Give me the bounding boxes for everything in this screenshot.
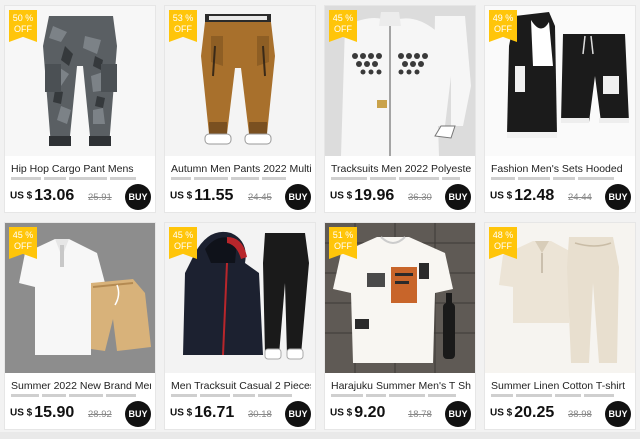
product-title-overflow (171, 394, 311, 398)
buy-button[interactable]: BUY (445, 184, 471, 210)
product-card[interactable]: 53 % OFF Autumn Men Pants 2022 Multi- US… (164, 5, 316, 213)
product-title[interactable]: Summer 2022 New Brand Men (11, 380, 151, 394)
product-card[interactable]: 45 % OFF Men Tracksuit Casual 2 Pieces U… (164, 222, 316, 430)
product-title-overflow (491, 177, 631, 181)
product-card[interactable]: 51 % OFF Harajuku Summer Men's T Shirts … (324, 222, 476, 430)
buy-button[interactable]: BUY (125, 184, 151, 210)
current-price: US $11.55 (170, 187, 234, 204)
original-price: 25.91 (88, 192, 112, 203)
product-title-overflow (11, 177, 151, 181)
current-price: US $20.25 (490, 404, 555, 421)
original-price: 38.98 (568, 409, 592, 420)
buy-button[interactable]: BUY (605, 401, 631, 427)
current-price: US $19.96 (330, 187, 395, 204)
product-card[interactable]: 48 % OFF Summer Linen Cotton T-shirt US … (484, 222, 636, 430)
original-price: 18.78 (408, 409, 432, 420)
current-price: US $12.48 (490, 187, 555, 204)
original-price: 30.18 (248, 409, 272, 420)
product-title[interactable]: Summer Linen Cotton T-shirt (491, 380, 631, 394)
buy-button[interactable]: BUY (285, 184, 311, 210)
original-price: 28.92 (88, 409, 112, 420)
product-title[interactable]: Tracksuits Men 2022 Polyester (331, 163, 471, 177)
product-title[interactable]: Hip Hop Cargo Pant Mens (11, 163, 151, 177)
buy-button[interactable]: BUY (125, 401, 151, 427)
next-row-edge (0, 432, 640, 439)
product-grid: 50 % OFF Hip Hop Cargo Pant Mens US $13.… (0, 0, 640, 439)
product-title[interactable]: Autumn Men Pants 2022 Multi- (171, 163, 311, 177)
original-price: 36.30 (408, 192, 432, 203)
current-price: US $16.71 (170, 404, 235, 421)
buy-button[interactable]: BUY (605, 184, 631, 210)
product-card[interactable]: 50 % OFF Hip Hop Cargo Pant Mens US $13.… (4, 5, 156, 213)
original-price: 24.44 (568, 192, 592, 203)
product-card[interactable]: 45 % OFF Summer 2022 New Brand Men US $1… (4, 222, 156, 430)
current-price: US $13.06 (10, 187, 75, 204)
current-price: US $15.90 (10, 404, 75, 421)
product-card[interactable]: 45 % OFF Tracksuits Men 2022 Polyester U… (324, 5, 476, 213)
original-price: 24.45 (248, 192, 272, 203)
buy-button[interactable]: BUY (285, 401, 311, 427)
product-title-overflow (491, 394, 631, 398)
current-price: US $9.20 (330, 404, 386, 421)
product-title[interactable]: Men Tracksuit Casual 2 Pieces (171, 380, 311, 394)
product-title[interactable]: Harajuku Summer Men's T Shirts (331, 380, 471, 394)
buy-button[interactable]: BUY (445, 401, 471, 427)
product-title-overflow (331, 394, 471, 398)
product-card[interactable]: 49 % OFF Fashion Men's Sets Hooded US $1… (484, 5, 636, 213)
product-title-overflow (331, 177, 471, 181)
product-title-overflow (171, 177, 311, 181)
product-title-overflow (11, 394, 151, 398)
product-title[interactable]: Fashion Men's Sets Hooded (491, 163, 631, 177)
